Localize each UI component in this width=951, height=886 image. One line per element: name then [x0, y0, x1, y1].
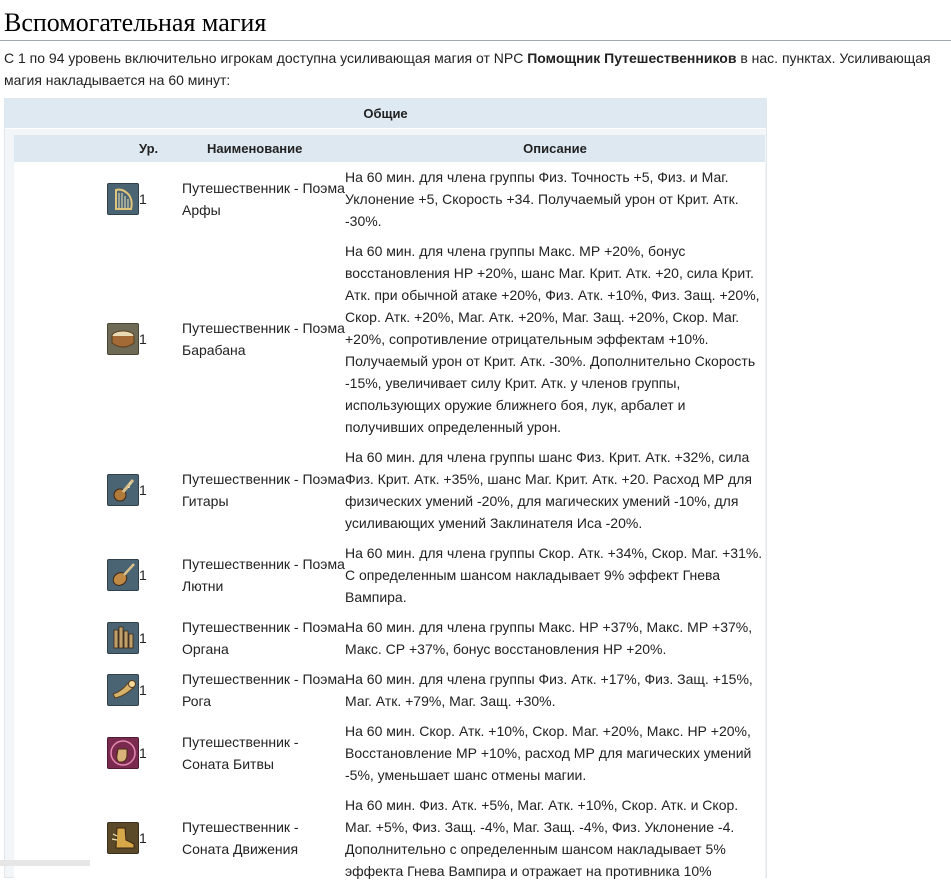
guitar-icon: ♪: [107, 474, 139, 506]
skill-level: 1: [139, 331, 147, 347]
lute-icon: [107, 559, 139, 591]
intro-text: С 1 по 94 уровень включительно игрокам д…: [4, 47, 949, 91]
skill-description: На 60 мин. для члена группы Макс. НР +37…: [345, 619, 753, 657]
table-row: 1 Путешественник - Поэма Рога На 60 мин.…: [14, 664, 765, 716]
page-title: Вспомогательная магия: [0, 0, 951, 41]
column-header-description: Описание: [345, 135, 765, 162]
skill-description: На 60 мин. для члена группы Макс. МР +20…: [345, 243, 760, 435]
horizontal-scrollbar[interactable]: [0, 860, 90, 866]
skill-description: На 60 мин. для члена группы Физ. Атк. +1…: [345, 671, 753, 709]
table-header-row: Ур. Наименование Описание: [14, 135, 765, 162]
column-header-level: Ур.: [139, 135, 182, 162]
skill-level: 1: [139, 745, 147, 761]
boot-icon: [107, 822, 139, 854]
table-row: 1 Путешественник - Поэма Барабана На 60 …: [14, 236, 765, 442]
skill-name: Путешественник - Поэма Лютни: [182, 556, 345, 594]
skill-level: 1: [139, 630, 147, 646]
horn-icon: [107, 674, 139, 706]
table-row: 1 Путешественник - Соната Битвы На 60 ми…: [14, 716, 765, 790]
skill-name: Путешественник - Соната Движения: [182, 819, 299, 857]
intro-text-before: С 1 по 94 уровень включительно игрокам д…: [4, 50, 528, 66]
skill-name: Путешественник - Поэма Рога: [182, 671, 345, 709]
harp-icon: [107, 183, 139, 215]
skill-level: 1: [139, 482, 147, 498]
skill-description: На 60 мин. Скор. Атк. +10%, Скор. Маг. +…: [345, 723, 752, 783]
svg-text:♪: ♪: [127, 481, 132, 490]
fist-icon: [107, 737, 139, 769]
skill-name: Путешественник - Поэма Арфы: [182, 180, 345, 218]
skill-name: Путешественник - Поэма Гитары: [182, 471, 345, 509]
npc-name-link[interactable]: Помощник Путешественников: [527, 50, 736, 66]
skill-level: 1: [139, 682, 147, 698]
organ-icon: [107, 622, 139, 654]
table-row: ♪ 1 Путешественник - Поэма Гитары На 60 …: [14, 442, 765, 538]
skills-table: Ур. Наименование Описание 1 Путешественн…: [14, 135, 765, 886]
table-row: 1 Путешественник - Поэма Органа На 60 ми…: [14, 612, 765, 664]
column-header-icon: [14, 135, 139, 162]
skill-level: 1: [139, 567, 147, 583]
table-row: 1 Путешественник - Соната Движения На 60…: [14, 790, 765, 886]
drum-icon: [107, 323, 139, 355]
skills-panel: Общие Ур. Наименование Описание 1 Путеше…: [4, 98, 767, 886]
skill-description: На 60 мин. для члена группы шанс Физ. Кр…: [345, 449, 752, 531]
skill-description: На 60 мин. для члена группы Физ. Точност…: [345, 169, 739, 229]
table-row: 1 Путешественник - Поэма Лютни На 60 мин…: [14, 538, 765, 612]
skill-description: На 60 мин. для члена группы Скор. Атк. +…: [345, 545, 763, 605]
skill-description: На 60 мин. Физ. Атк. +5%, Маг. Атк. +10%…: [345, 797, 739, 879]
skill-name: Путешественник - Поэма Органа: [182, 619, 345, 657]
skill-level: 1: [139, 830, 147, 846]
column-header-name: Наименование: [182, 135, 345, 162]
panel-title: Общие: [5, 99, 766, 129]
skill-name: Путешественник - Соната Битвы: [182, 734, 299, 772]
skill-name: Путешественник - Поэма Барабана: [182, 320, 345, 358]
skill-level: 1: [139, 191, 147, 207]
table-row: 1 Путешественник - Поэма Арфы На 60 мин.…: [14, 162, 765, 236]
